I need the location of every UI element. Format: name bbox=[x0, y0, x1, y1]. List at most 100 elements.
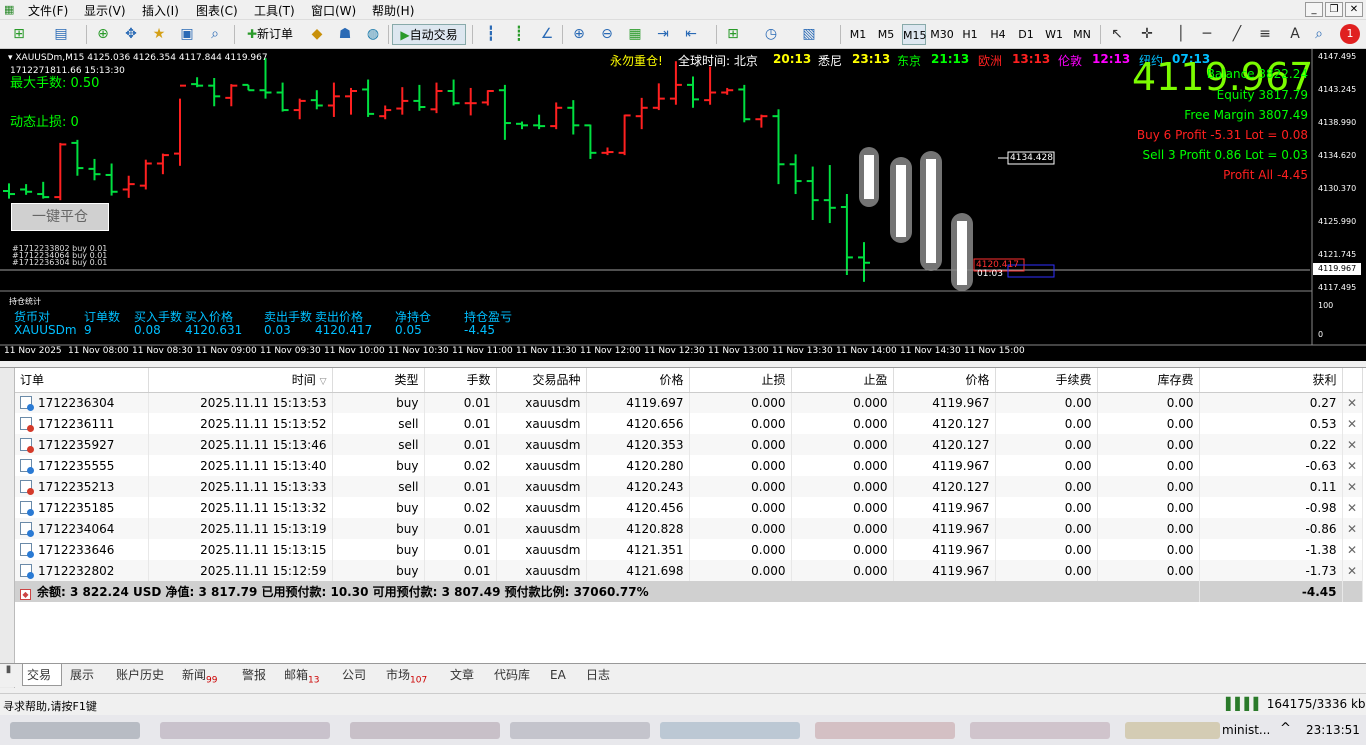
tab-8[interactable]: 文章 bbox=[446, 664, 482, 686]
timeframe-m1[interactable]: M1 bbox=[846, 24, 870, 45]
bar-chart-icon[interactable]: ┇ bbox=[480, 24, 502, 45]
taskbar-app[interactable] bbox=[510, 722, 650, 739]
zoom-in-icon[interactable]: ⊕ bbox=[568, 24, 590, 45]
navigator-icon[interactable]: ✥ bbox=[120, 24, 142, 45]
strategy-tester-icon[interactable]: ⌕ bbox=[204, 24, 226, 45]
taskbar-user[interactable]: minist... bbox=[1222, 723, 1270, 737]
taskbar-app[interactable] bbox=[350, 722, 500, 739]
tab-4[interactable]: 警报 bbox=[238, 664, 274, 686]
horizontal-line-icon[interactable]: ─ bbox=[1196, 24, 1218, 45]
taskbar-app[interactable] bbox=[815, 722, 955, 739]
vertical-line-icon[interactable]: │ bbox=[1170, 24, 1192, 45]
close-all-button[interactable]: 一键平仓 bbox=[11, 203, 109, 231]
auto-trading-button[interactable]: ▶自动交易 bbox=[392, 24, 466, 45]
periods-clock-icon[interactable]: ◷ bbox=[760, 24, 782, 45]
col-header-swap[interactable]: 库存费 bbox=[1097, 368, 1200, 393]
timeframe-d1[interactable]: D1 bbox=[1014, 24, 1038, 45]
tab-1[interactable]: 展示 bbox=[66, 664, 106, 686]
restore-icon[interactable]: ❐ bbox=[1325, 2, 1343, 17]
table-row[interactable]: 1712233646 2025.11.11 15:13:15 buy 0.01 xauu… bbox=[15, 539, 1363, 560]
taskbar-app[interactable] bbox=[160, 722, 330, 739]
col-header-symbol[interactable]: 交易品种 bbox=[496, 368, 587, 393]
col-header-type[interactable]: 类型 bbox=[332, 368, 425, 393]
menu-insert[interactable]: 插入(I) bbox=[142, 2, 179, 19]
table-row[interactable]: 1712235927 2025.11.11 15:13:46 sell 0.01 xau… bbox=[15, 434, 1363, 455]
crosshair-icon[interactable]: ✛ bbox=[1136, 24, 1158, 45]
col-header-sl[interactable]: 止损 bbox=[689, 368, 792, 393]
cursor-icon[interactable]: ↖ bbox=[1106, 24, 1128, 45]
profiles-icon[interactable]: ▤ bbox=[50, 24, 72, 45]
close-order-icon[interactable]: ✕ bbox=[1342, 434, 1363, 455]
col-header-lots[interactable]: 手数 bbox=[424, 368, 497, 393]
data-window-icon[interactable]: ▣ bbox=[176, 24, 198, 45]
candlestick-icon[interactable]: ┋ bbox=[508, 24, 530, 45]
table-row[interactable]: 1712235213 2025.11.11 15:13:33 sell 0.01 xau… bbox=[15, 476, 1363, 497]
tile-windows-icon[interactable]: ▦ bbox=[624, 24, 646, 45]
indicators-icon[interactable]: ⊞ bbox=[722, 24, 744, 45]
col-header-open-price[interactable]: 价格 bbox=[586, 368, 690, 393]
col-header-time[interactable]: 时间 ▽ bbox=[148, 368, 333, 393]
timeframe-w1[interactable]: W1 bbox=[1042, 24, 1066, 45]
taskbar-app[interactable] bbox=[1125, 722, 1220, 739]
metaeditor-icon[interactable]: ◆ bbox=[306, 24, 328, 45]
close-order-icon[interactable]: ✕ bbox=[1342, 392, 1363, 413]
chart-window[interactable]: ▾ XAUUSDm,M15 4125.036 4126.354 4117.844… bbox=[0, 49, 1366, 361]
zoom-out-icon[interactable]: ⊖ bbox=[596, 24, 618, 45]
col-header-price[interactable]: 价格 bbox=[893, 368, 996, 393]
table-row[interactable]: 1712236111 2025.11.11 15:13:52 sell 0.01 xau… bbox=[15, 413, 1363, 434]
text-tool-icon[interactable]: A bbox=[1284, 24, 1306, 45]
col-header-tp[interactable]: 止盈 bbox=[791, 368, 894, 393]
new-order-button[interactable]: ✚新订单 bbox=[240, 24, 300, 45]
timeframe-m5[interactable]: M5 bbox=[874, 24, 898, 45]
signals-icon[interactable]: ☗ bbox=[334, 24, 356, 45]
close-order-icon[interactable]: ✕ bbox=[1342, 497, 1363, 518]
chart-shift-icon[interactable]: ⇤ bbox=[680, 24, 702, 45]
tab-10[interactable]: EA bbox=[546, 664, 572, 686]
tray-chevron-icon[interactable]: ^ bbox=[1280, 721, 1291, 736]
tab-6[interactable]: 公司 bbox=[338, 664, 374, 686]
taskbar-app[interactable] bbox=[660, 722, 800, 739]
table-row[interactable]: 1712232802 2025.11.11 15:12:59 buy 0.01 xauu… bbox=[15, 560, 1363, 581]
close-order-icon[interactable]: ✕ bbox=[1342, 539, 1363, 560]
col-header-commission[interactable]: 手续费 bbox=[995, 368, 1098, 393]
timeframe-h4[interactable]: H4 bbox=[986, 24, 1010, 45]
timeframe-h1[interactable]: H1 bbox=[958, 24, 982, 45]
tab-5[interactable]: 邮箱13 bbox=[280, 664, 332, 686]
menu-tools[interactable]: 工具(T) bbox=[254, 2, 295, 19]
timeframe-m30[interactable]: M30 bbox=[930, 24, 954, 45]
templates-icon[interactable]: ▧ bbox=[798, 24, 820, 45]
tab-2[interactable]: 账户历史 bbox=[112, 664, 168, 686]
tab-11[interactable]: 日志 bbox=[582, 664, 618, 686]
fibonacci-icon[interactable]: ≡ bbox=[1254, 24, 1276, 45]
table-row[interactable]: 1712235185 2025.11.11 15:13:32 buy 0.02 xauu… bbox=[15, 497, 1363, 518]
menu-help[interactable]: 帮助(H) bbox=[372, 2, 414, 19]
tab-7[interactable]: 市场107 bbox=[382, 664, 436, 686]
tab-9[interactable]: 代码库 bbox=[490, 664, 538, 686]
favorites-icon[interactable]: ★ bbox=[148, 24, 170, 45]
autoscroll-icon[interactable]: ⇥ bbox=[652, 24, 674, 45]
close-order-icon[interactable]: ✕ bbox=[1342, 518, 1363, 539]
market-watch-icon[interactable]: ⊕ bbox=[92, 24, 114, 45]
tab-3[interactable]: 新闻99 bbox=[178, 664, 224, 686]
notification-badge[interactable]: 1 bbox=[1340, 24, 1360, 44]
close-order-icon[interactable]: ✕ bbox=[1342, 455, 1363, 476]
line-chart-icon[interactable]: ∠ bbox=[536, 24, 558, 45]
trendline-icon[interactable]: ╱ bbox=[1226, 24, 1248, 45]
close-icon[interactable]: ✕ bbox=[1345, 2, 1363, 17]
table-row[interactable]: 1712234064 2025.11.11 15:13:19 buy 0.01 xauu… bbox=[15, 518, 1363, 539]
menu-file[interactable]: 文件(F) bbox=[28, 2, 68, 19]
terminal-side-handle[interactable] bbox=[0, 368, 15, 688]
vps-icon[interactable]: ◍ bbox=[362, 24, 384, 45]
close-order-icon[interactable]: ✕ bbox=[1342, 476, 1363, 497]
minimize-icon[interactable]: _ bbox=[1305, 2, 1323, 17]
timeframe-mn[interactable]: MN bbox=[1070, 24, 1094, 45]
search-icon[interactable]: ⌕ bbox=[1308, 24, 1330, 45]
close-order-icon[interactable]: ✕ bbox=[1342, 413, 1363, 434]
menu-charts[interactable]: 图表(C) bbox=[196, 2, 238, 19]
menu-view[interactable]: 显示(V) bbox=[84, 2, 126, 19]
timeframe-m15[interactable]: M15 bbox=[902, 24, 927, 45]
col-header-ticket[interactable]: 订单 bbox=[15, 368, 149, 393]
taskbar-app[interactable] bbox=[970, 722, 1110, 739]
col-header-profit[interactable]: 获利 bbox=[1199, 368, 1343, 393]
table-row[interactable]: 1712236304 2025.11.11 15:13:53 buy 0.01 xauu… bbox=[15, 392, 1363, 413]
